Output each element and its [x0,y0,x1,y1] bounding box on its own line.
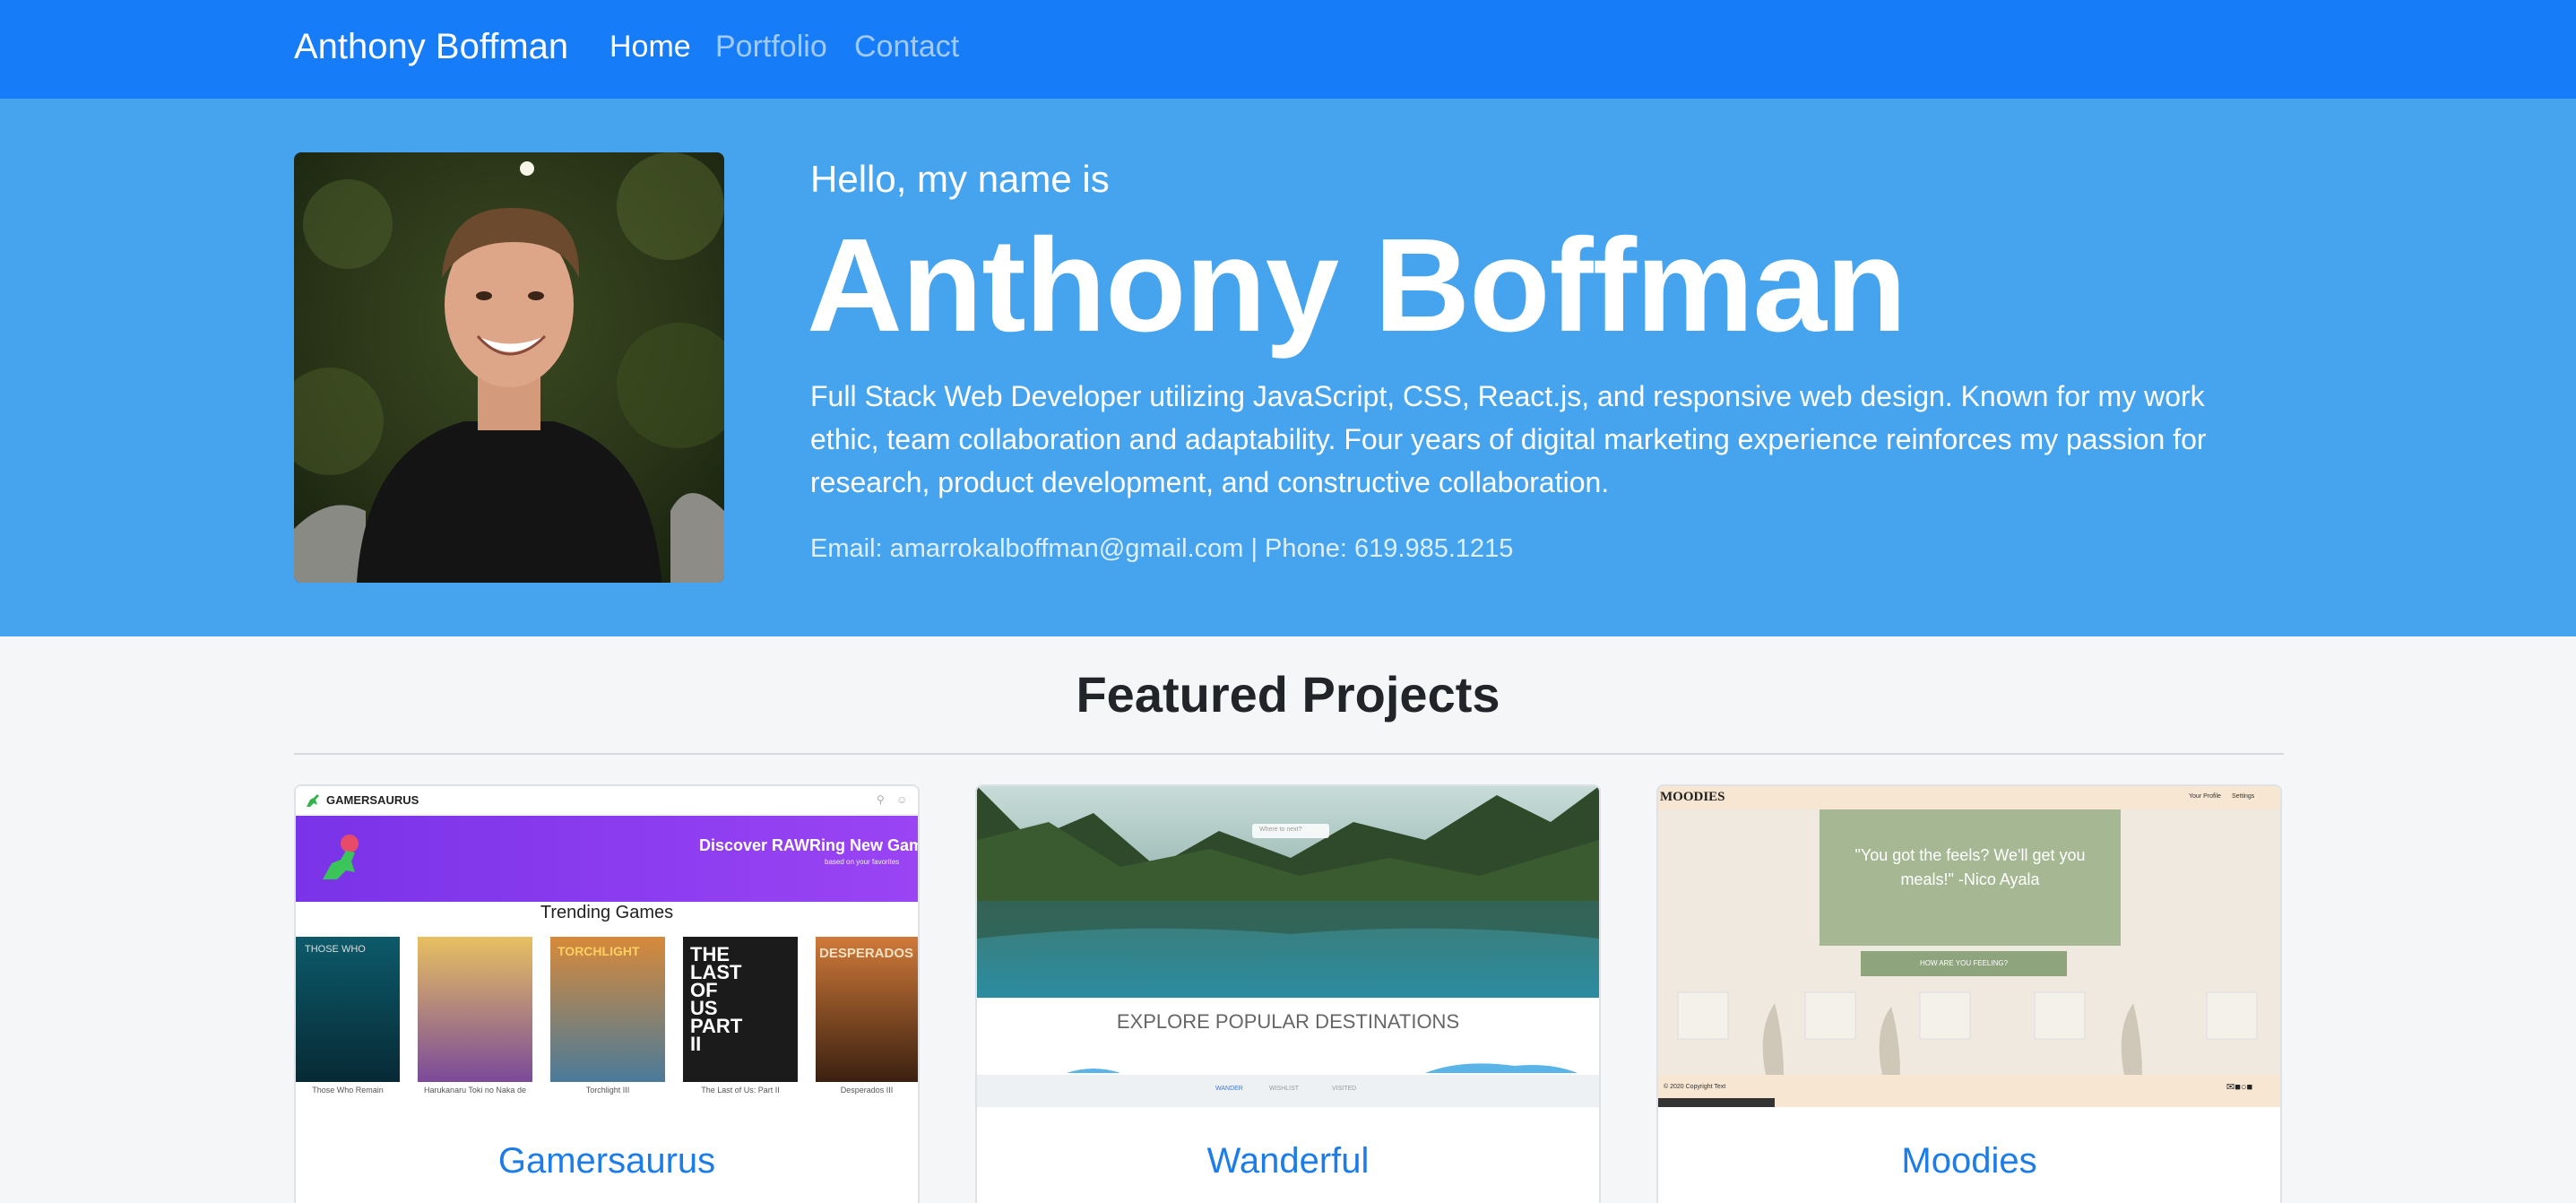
brand-link[interactable]: Anthony Boffman [294,27,568,67]
preview-nav-settings: Settings [2232,793,2255,800]
game-cover-5-text: DESPERADOS [819,946,914,961]
section-divider [294,753,2284,755]
preview-world-map [1067,1063,1578,1073]
hero-section: Hello, my name is Anthony Boffman Full S… [0,99,2576,636]
preview-social-icons: ✉■○■ [2226,1082,2253,1093]
preview-banner-sub: based on your favorites [825,858,900,866]
preview-footer-wander: WANDER [1215,1086,1243,1092]
preview-header [1658,786,2280,809]
preview-user-icon: ☺ [896,793,908,806]
preview-footer-visited: VISITED [1332,1086,1357,1092]
game-title-4: The Last of Us: Part II [701,1086,780,1095]
game-cover-2 [418,937,532,1082]
project-preview-moodies[interactable]: MOODIES Your Profile Settings "You got t… [1658,786,2280,1107]
nav-link-contact[interactable]: Contact [854,30,959,65]
game-title-5: Desperados III [840,1086,894,1095]
featured-projects-title: Featured Projects [1076,666,1500,723]
game-cover-4-text: THE LAST OF US PART II [690,943,743,1055]
game-cover-1 [296,937,400,1082]
hero-name: Anthony Boffman [807,212,1906,359]
dino-logo-icon [307,794,319,807]
project-preview-gamersaurus[interactable]: GAMERSAURUS ⚲ ☺ Discover RAWRing New Gam… [296,786,918,1107]
preview-search-icon: ⚲ [877,793,885,806]
game-cover-3 [550,937,665,1082]
project-card-gamersaurus[interactable]: GAMERSAURUS ⚲ ☺ Discover RAWRing New Gam… [294,784,920,1203]
preview-copyright: © 2020 Copyright Text [1664,1084,1726,1090]
preview-logo-text: GAMERSAURUS [326,793,419,807]
preview-footer-wishlist: WISHLIST [1269,1086,1300,1092]
profile-photo [294,152,724,583]
game-cover-3-text: TORCHLIGHT [558,944,640,958]
game-title-1: Those Who Remain [312,1086,384,1095]
project-card-wanderful[interactable]: Where to next? EXPLORE POPULAR DESTINATI… [975,784,1601,1203]
project-title-wanderful[interactable]: Wanderful [977,1141,1599,1181]
hero-contact: Email: amarrokalboffman@gmail.com | Phon… [810,534,1514,563]
lake-landscape-image [977,786,1599,998]
game-cover-1-text: THOSE WHO [305,944,366,955]
preview-search-input: Where to next? [1252,824,1329,838]
hero-greeting: Hello, my name is [810,158,1110,200]
hero-bio: Full Stack Web Developer utilizing JavaS… [810,380,2207,498]
dino-mascot-icon [323,835,359,879]
preview-feeling-button: HOW ARE YOU FEELING? [1861,951,2067,976]
project-card-moodies[interactable]: MOODIES Your Profile Settings "You got t… [1656,784,2282,1203]
project-title-moodies[interactable]: Moodies [1658,1141,2280,1181]
preview-status-bar [1658,1098,1775,1107]
preview-quote-text: "You got the feels? We'll get you meals!… [1854,846,2086,888]
navbar: Anthony Boffman Home Portfolio Contact [0,0,2576,99]
game-title-2: Harukanaru Toki no Naka de [424,1086,526,1095]
preview-nav-profile: Your Profile [2189,793,2221,800]
nav-link-portfolio[interactable]: Portfolio [715,30,827,65]
nav-link-home[interactable]: Home [609,30,691,65]
game-title-3: Torchlight III [585,1086,630,1095]
preview-plant-gallery [1677,991,2258,1075]
preview-explore-heading: EXPLORE POPULAR DESTINATIONS [1116,1010,1460,1033]
project-title-gamersaurus[interactable]: Gamersaurus [296,1141,918,1181]
preview-trending-heading: Trending Games [540,903,674,922]
preview-banner-title: Discover RAWRing New Games [699,836,918,854]
preview-logo-text: MOODIES [1660,790,1725,804]
project-preview-wanderful[interactable]: Where to next? EXPLORE POPULAR DESTINATI… [977,786,1599,1107]
